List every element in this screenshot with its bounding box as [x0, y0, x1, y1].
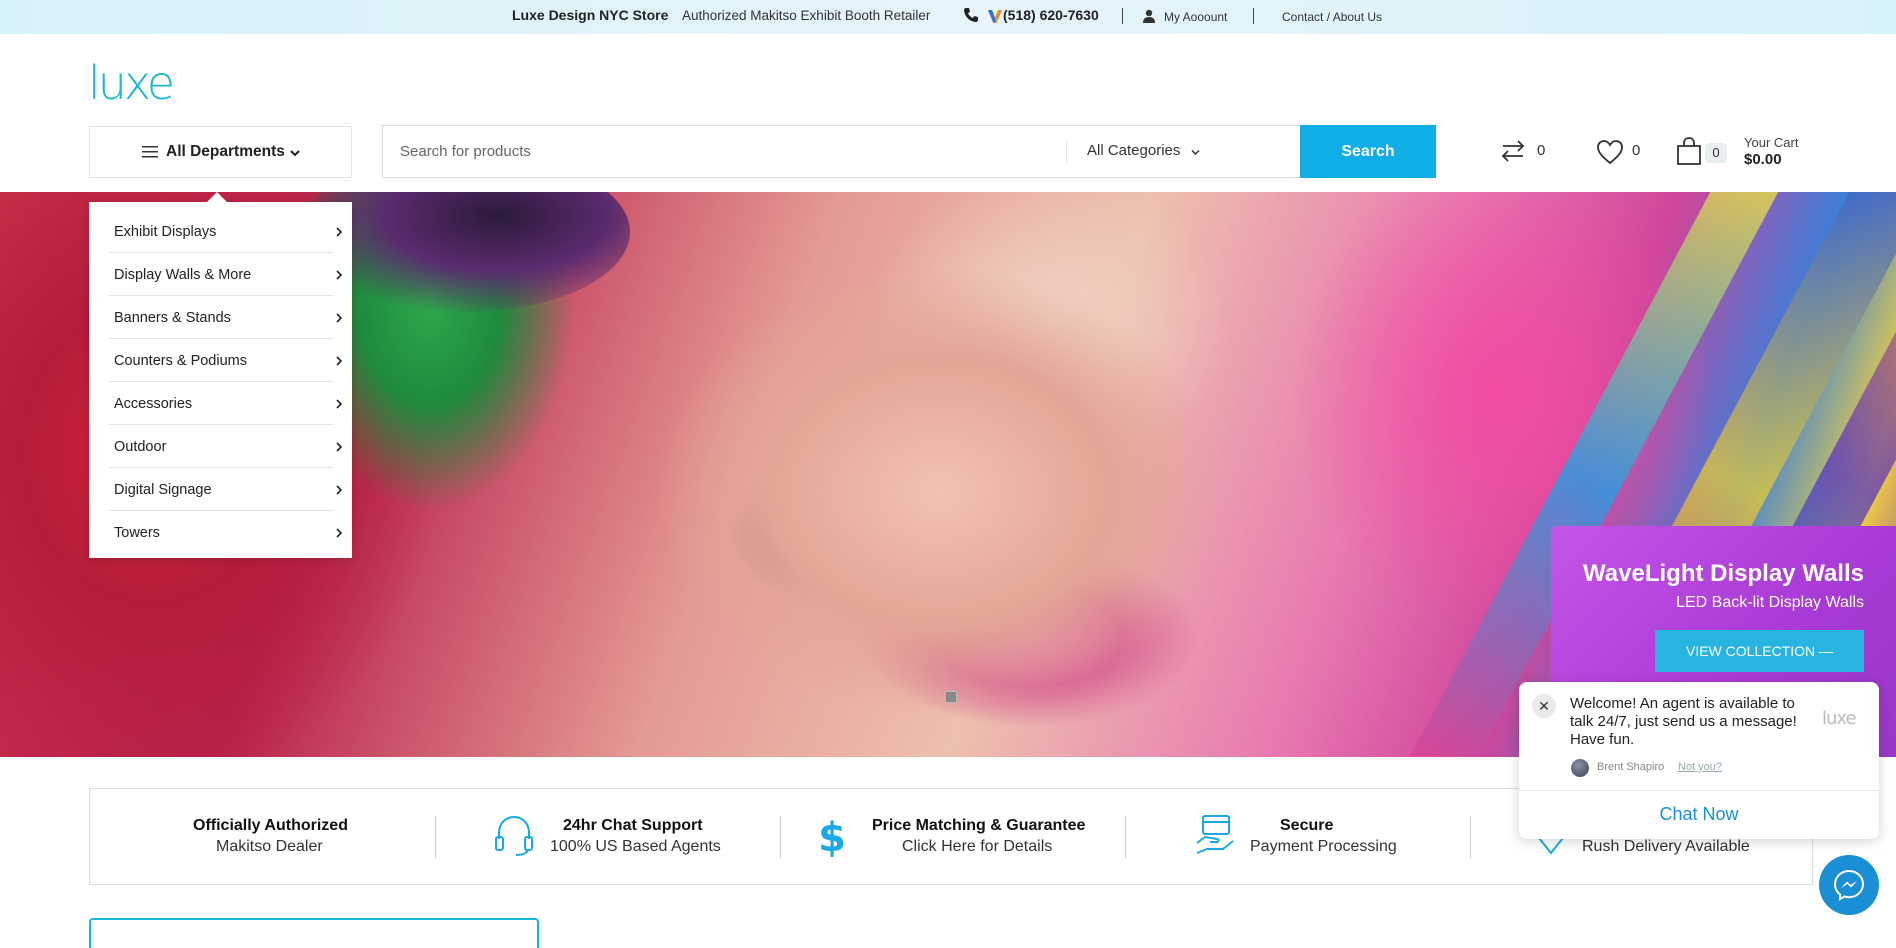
menu-caret [207, 192, 227, 202]
menu-item-label: Banners & Stands [114, 310, 231, 326]
divider [1253, 8, 1254, 24]
chevron-down-icon [1191, 149, 1200, 156]
feature-title: 24hr Chat Support [563, 817, 703, 834]
feature-title: Officially Authorized [193, 817, 348, 834]
chat-logo: luxe [1822, 708, 1857, 729]
cart-count-badge: 0 [1705, 143, 1727, 163]
menu-item-label: Digital Signage [114, 482, 212, 498]
feature-chat-support[interactable]: 24hr Chat Support 100% US Based Agents [436, 789, 780, 884]
all-departments-button[interactable]: All Departments [89, 126, 352, 178]
messenger-icon [1833, 869, 1865, 901]
phone-link[interactable]: (518) 620-7630 [1003, 7, 1099, 23]
feature-subtitle: Makitso Dealer [216, 838, 323, 855]
brand-v-icon [988, 10, 1002, 23]
chat-now-button[interactable]: Chat Now [1519, 804, 1879, 825]
section-box [89, 918, 539, 948]
chevron-right-icon [336, 528, 343, 538]
cart-label[interactable]: Your Cart [1744, 135, 1798, 150]
secure-payment-icon [1196, 815, 1234, 854]
compare-icon[interactable] [1498, 137, 1528, 165]
cart-total[interactable]: $0.00 [1744, 151, 1782, 168]
avatar [1571, 759, 1589, 777]
menu-item-label: Outdoor [114, 439, 167, 455]
svg-text:$: $ [818, 815, 846, 859]
promo-title: WaveLight Display Walls [1583, 560, 1864, 587]
close-icon[interactable]: ✕ [1532, 694, 1556, 718]
chat-popup: ✕ Welcome! An agent is available to talk… [1519, 682, 1879, 839]
view-collection-button[interactable]: VIEW COLLECTION — [1655, 630, 1864, 672]
agent-name: Brent Shapiro [1597, 761, 1665, 773]
menu-item-label: Accessories [114, 396, 193, 412]
shopping-bag-icon[interactable] [1676, 136, 1702, 166]
feature-subtitle: 100% US Based Agents [550, 838, 721, 855]
menu-item-label: Display Walls & More [114, 267, 252, 283]
chevron-down-icon [290, 150, 300, 157]
wishlist-count: 0 [1632, 142, 1641, 159]
not-you-link[interactable]: Not you? [1678, 761, 1722, 773]
category-select[interactable]: All Categories [1087, 142, 1180, 159]
feature-subtitle: Payment Processing [1250, 838, 1397, 855]
contact-link[interactable]: Contact / About Us [1282, 10, 1382, 24]
top-bar: Luxe Design NYC Store Authorized Makitso… [0, 0, 1896, 34]
my-account-link[interactable]: My Aooount [1164, 10, 1227, 24]
heart-icon[interactable] [1596, 139, 1624, 165]
feature-subtitle: Click Here for Details [902, 838, 1053, 855]
search-input[interactable] [384, 127, 1064, 176]
search-bar: All Categories [382, 125, 1436, 178]
chevron-right-icon [336, 485, 343, 495]
menu-item-accessories[interactable]: Accessories [108, 382, 343, 425]
menu-item-label: Towers [114, 525, 160, 541]
menu-item-digital-signage[interactable]: Digital Signage [108, 468, 343, 511]
feature-title: Secure [1280, 817, 1334, 834]
slider-dot[interactable] [945, 691, 957, 703]
menu-item-exhibit-displays[interactable]: Exhibit Displays [108, 210, 343, 253]
chevron-right-icon [336, 356, 343, 366]
menu-item-label: Counters & Podiums [114, 353, 247, 369]
departments-menu: Exhibit Displays Display Walls & More Ba… [89, 192, 352, 558]
menu-item-towers[interactable]: Towers [108, 511, 343, 554]
chevron-right-icon [336, 270, 343, 280]
menu-item-outdoor[interactable]: Outdoor [108, 425, 343, 468]
all-departments-label: All Departments [166, 143, 285, 160]
menu-icon [142, 146, 158, 158]
menu-item-label: Exhibit Displays [114, 224, 217, 240]
chevron-right-icon [336, 399, 343, 409]
feature-secure: Secure Payment Processing [1126, 789, 1470, 884]
user-icon [1143, 9, 1155, 23]
promo-subtitle: LED Back-lit Display Walls [1676, 594, 1864, 611]
site-logo[interactable]: luxe [88, 60, 175, 106]
divider [1519, 790, 1879, 791]
compare-count: 0 [1537, 142, 1546, 159]
menu-item-display-walls[interactable]: Display Walls & More [108, 253, 343, 296]
feature-title: Price Matching & Guarantee [872, 817, 1086, 834]
phone-icon [964, 8, 978, 22]
chevron-right-icon [336, 313, 343, 323]
chevron-right-icon [336, 227, 343, 237]
chevron-right-icon [336, 442, 343, 452]
dollar-icon: $ [818, 815, 846, 859]
feature-price-matching[interactable]: $ Price Matching & Guarantee Click Here … [781, 789, 1125, 884]
messenger-button[interactable] [1819, 855, 1879, 915]
divider [1122, 8, 1123, 24]
chat-message: Welcome! An agent is available to talk 2… [1570, 695, 1797, 748]
store-name: Luxe Design NYC Store [512, 7, 669, 23]
feature-authorized: Officially Authorized Makitso Dealer [90, 789, 435, 884]
feature-subtitle: Rush Delivery Available [1582, 838, 1750, 855]
menu-item-counters-podiums[interactable]: Counters & Podiums [108, 339, 343, 382]
headset-icon [495, 815, 533, 856]
menu-item-banners-stands[interactable]: Banners & Stands [108, 296, 343, 339]
divider [1066, 141, 1067, 163]
search-button[interactable]: Search [1300, 125, 1436, 178]
retailer-text: Authorized Makitso Exhibit Booth Retaile… [682, 8, 931, 23]
